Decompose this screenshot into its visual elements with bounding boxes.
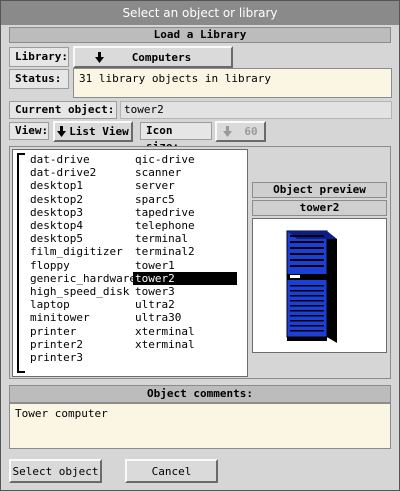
list-item[interactable]: printer3 [28, 351, 133, 364]
list-item[interactable]: dat-drive [28, 153, 133, 166]
status-text-area: 31 library objects in library [73, 68, 392, 98]
list-item[interactable]: printer [28, 325, 133, 338]
list-item[interactable]: xterminal [133, 338, 237, 351]
list-item[interactable]: generic_hardware [28, 272, 136, 285]
object-comments-header-text: Object comments: [147, 387, 253, 400]
list-item[interactable]: terminal [133, 232, 237, 245]
list-item[interactable]: dat-drive2 [28, 166, 133, 179]
status-label: Status: [9, 69, 69, 89]
list-item[interactable]: high_speed_disk [28, 285, 133, 298]
down-arrow-icon [223, 126, 233, 137]
list-item[interactable]: qic-drive [133, 153, 237, 166]
down-arrow-icon [57, 126, 67, 137]
list-item[interactable]: xterminal [133, 325, 237, 338]
library-label: Library: [9, 47, 69, 67]
list-item[interactable]: floppy [28, 259, 133, 272]
list-item[interactable]: scanner [133, 166, 237, 179]
object-comments-header: Object comments: [9, 385, 391, 403]
list-item[interactable]: minitower [28, 311, 133, 324]
select-object-label: Select object [12, 464, 99, 478]
list-item[interactable]: telephone [133, 219, 237, 232]
status-text: 31 library objects in library [79, 72, 272, 85]
list-item[interactable]: desktop2 [28, 193, 133, 206]
list-scrollbar[interactable] [17, 153, 25, 373]
current-object-label: Current object: [9, 101, 117, 119]
list-item[interactable]: printer2 [28, 338, 133, 351]
icon-size-value: 60 [244, 125, 258, 138]
library-value: Computers [131, 50, 192, 64]
list-item[interactable]: tower2 [133, 271, 237, 285]
load-library-header: Load a Library [9, 27, 391, 43]
load-library-header-text: Load a Library [153, 28, 247, 41]
list-item[interactable]: server [133, 179, 237, 192]
list-item[interactable]: ultra2 [133, 298, 237, 311]
cancel-button[interactable]: Cancel [125, 459, 218, 483]
current-object-value: tower2 [124, 103, 164, 116]
object-comments-text: Tower computer [15, 407, 108, 420]
object-preview-header-text: Object preview [273, 183, 366, 196]
list-item[interactable]: tapedrive [133, 206, 237, 219]
list-item[interactable]: desktop4 [28, 219, 133, 232]
preview-name-bar: tower2 [252, 200, 387, 216]
list-view-label: List View [69, 125, 129, 138]
library-dropdown[interactable]: Computers [73, 46, 233, 68]
list-item[interactable]: tower1 [133, 259, 237, 272]
list-item[interactable]: desktop1 [28, 179, 133, 192]
list-item[interactable]: sparc5 [133, 193, 237, 206]
preview-name: tower2 [299, 201, 340, 214]
cancel-label: Cancel [151, 464, 192, 478]
current-object-field: tower2 [120, 101, 392, 119]
select-object-button[interactable]: Select object [9, 459, 102, 483]
list-item[interactable]: film_digitizer [28, 245, 133, 258]
object-preview-header: Object preview [252, 182, 387, 198]
list-view-button[interactable]: List View [53, 121, 133, 142]
list-item[interactable]: laptop [28, 298, 133, 311]
list-item[interactable]: terminal2 [133, 245, 237, 258]
icon-size-label: Icon size: [140, 122, 212, 153]
preview-image-box [252, 218, 387, 353]
select-object-dialog: Select an object or library Load a Libra… [0, 0, 400, 491]
tower-computer-icon [286, 230, 337, 343]
down-arrow-icon [94, 51, 104, 63]
window-title: Select an object or library [1, 1, 399, 25]
icon-size-dropdown[interactable]: 60 [215, 121, 266, 142]
list-item[interactable]: desktop5 [28, 232, 133, 245]
list-item[interactable]: ultra30 [133, 311, 237, 324]
list-item[interactable]: desktop3 [28, 206, 133, 219]
list-item[interactable]: tower3 [133, 285, 237, 298]
object-list[interactable]: dat-drive dat-drive2 desktop1 desktop2 deskt… [12, 149, 248, 377]
view-label: View: [9, 122, 49, 140]
object-comments-area[interactable]: Tower computer [9, 403, 391, 449]
